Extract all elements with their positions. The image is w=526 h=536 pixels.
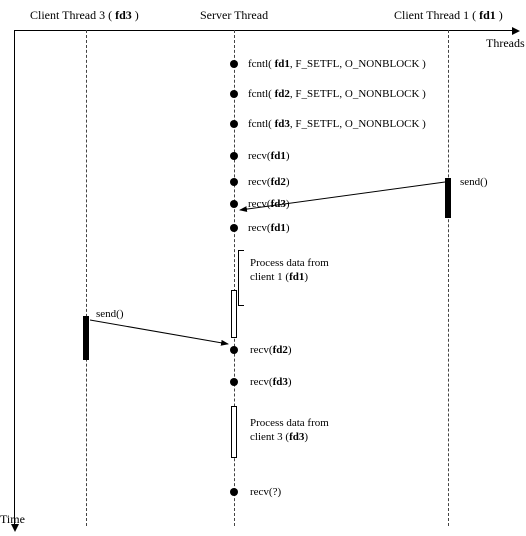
event-dot: [230, 378, 238, 386]
header-client1-suf: ): [496, 8, 503, 22]
event-recv-fd2-b: recv(fd2): [250, 344, 292, 356]
event-dot: [230, 224, 238, 232]
arrow-right-icon: [512, 27, 520, 35]
sequence-diagram: Threads Time Client Thread 3 ( fd3 ) Ser…: [0, 0, 526, 536]
msg-send-client3: send(): [96, 308, 124, 320]
event-dot: [230, 200, 238, 208]
axis-label-time: Time: [0, 512, 25, 527]
axis-label-threads: Threads: [486, 36, 525, 51]
header-client1: Client Thread 1 ( fd1 ): [394, 8, 503, 23]
axis-threads: [14, 30, 514, 31]
event-dot: [230, 488, 238, 496]
event-fcntl-fd2: fcntl( fd2, F_SETFL, O_NONBLOCK ): [248, 88, 426, 100]
server-activation-hollow: [231, 290, 237, 338]
lifeline-client3: [86, 30, 87, 526]
event-dot: [230, 178, 238, 186]
server-activation-hollow-2: [231, 406, 237, 458]
event-dot: [230, 152, 238, 160]
header-client3-fd: fd3: [115, 8, 132, 22]
lifeline-client1: [448, 30, 449, 526]
event-dot: [230, 120, 238, 128]
process-block-2: Process data from client 3 (fd3): [250, 416, 329, 444]
process-block-1: Process data from client 1 (fd1): [250, 256, 329, 284]
event-recv-fd3-b: recv(fd3): [250, 376, 292, 388]
header-client1-fd: fd1: [479, 8, 496, 22]
msg-send-client1: send(): [460, 176, 488, 188]
client1-activation: [445, 178, 451, 218]
event-recv-fd1-a: recv(fd1): [248, 150, 290, 162]
event-dot: [230, 60, 238, 68]
client3-activation: [83, 316, 89, 360]
event-fcntl-fd1: fcntl( fd1, F_SETFL, O_NONBLOCK ): [248, 58, 426, 70]
header-client3-suf: ): [132, 8, 139, 22]
header-client3: Client Thread 3 ( fd3 ): [30, 8, 139, 23]
event-recv-unknown: recv(?): [250, 486, 281, 498]
event-recv-fd1-b: recv(fd1): [248, 222, 290, 234]
event-fcntl-fd3: fcntl( fd3, F_SETFL, O_NONBLOCK ): [248, 118, 426, 130]
bracket-icon: [238, 250, 239, 306]
header-server: Server Thread: [200, 8, 268, 23]
event-dot: [230, 346, 238, 354]
axis-time: [14, 30, 15, 526]
header-client3-pre: Client Thread 3 (: [30, 8, 115, 22]
header-client1-pre: Client Thread 1 (: [394, 8, 479, 22]
event-recv-fd2-a: recv(fd2): [248, 176, 290, 188]
event-recv-fd3-a: recv(fd3): [248, 198, 290, 210]
event-dot: [230, 90, 238, 98]
